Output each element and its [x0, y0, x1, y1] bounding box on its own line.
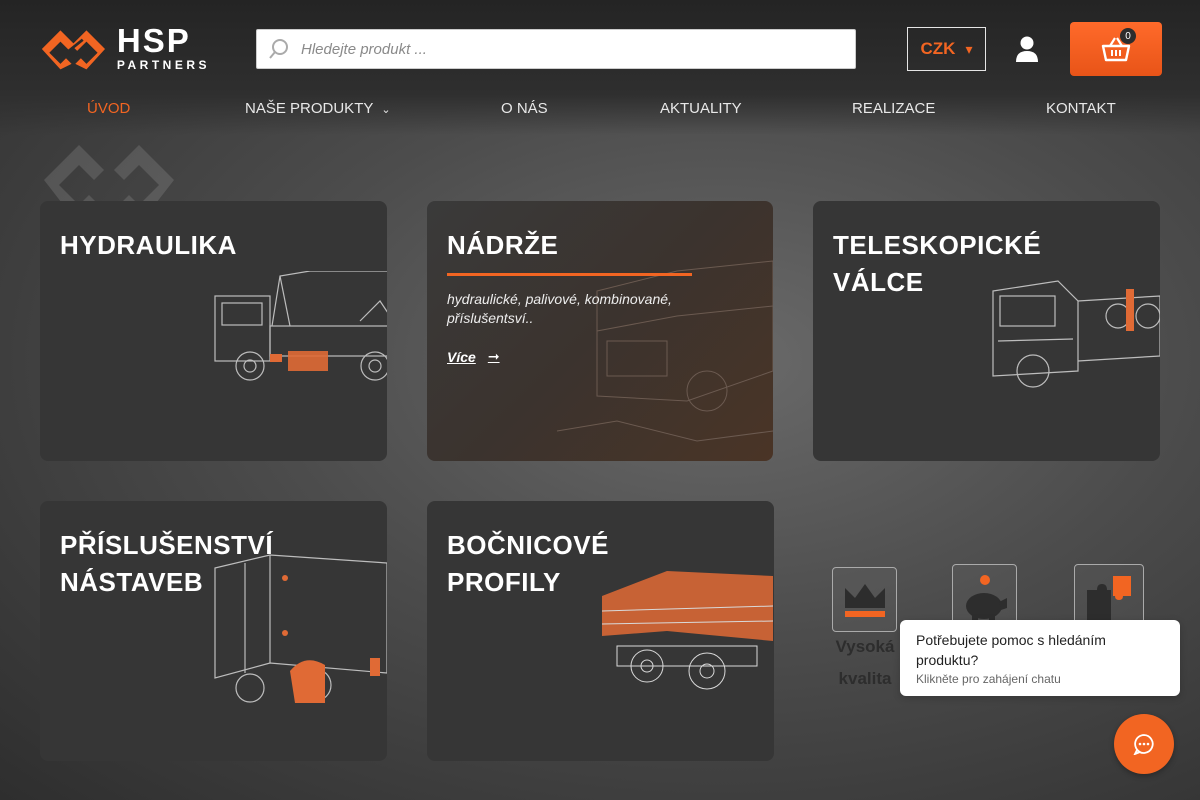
feature-quality-label: Vysoká kvalita — [835, 637, 895, 688]
nav-item-label: NAŠE PRODUKTY — [245, 100, 374, 117]
card-title: HYDRAULIKA — [60, 230, 237, 260]
nav-item-realizace[interactable]: REALIZACE — [852, 100, 935, 117]
truck-outline-illustration — [557, 260, 773, 442]
search-input[interactable] — [301, 31, 855, 67]
chat-icon — [1133, 734, 1154, 755]
category-card-nadrze[interactable]: NÁDRŽE hydraulické, palivové, kombinovan… — [427, 201, 773, 461]
logo-tagline: PARTNERS — [116, 58, 210, 72]
chat-hint: Klikněte pro zahájení chatu — [916, 672, 1061, 686]
category-card-hydraulika[interactable]: HYDRAULIKA — [40, 201, 387, 461]
arrow-right-icon: ➞ — [487, 348, 500, 364]
box-body-truck-illustration — [214, 554, 387, 703]
card-description: hydraulické, palivové, kombinované, přís… — [447, 291, 672, 326]
nav-item-o-nas[interactable]: O NÁS — [501, 100, 548, 117]
category-card-prislusenstvi-nastaveb[interactable]: PŘÍSLUŠENSTVÍ NÁSTAVEB — [40, 501, 387, 761]
caret-down-icon: ▾ — [965, 40, 973, 57]
flatbed-truck-illustration — [601, 571, 773, 690]
more-link-label: Více — [447, 348, 476, 365]
truck-cab-illustration — [992, 280, 1160, 388]
chat-prompt-bubble[interactable]: Potřebujete pomoc s hledáním produktu? K… — [900, 620, 1180, 696]
product-search[interactable] — [256, 29, 856, 69]
nav-item-aktuality[interactable]: AKTUALITY — [660, 100, 742, 117]
cart-count-badge: 0 — [1120, 28, 1136, 44]
logo-wordmark: HSP — [116, 22, 191, 59]
more-link[interactable]: Více ➞ — [447, 348, 500, 365]
main-navigation: ÚVOD NAŠE PRODUKTY ⌄ O NÁS AKTUALITY REAL… — [0, 96, 1200, 124]
cart-button[interactable]: 0 — [1070, 22, 1162, 76]
nav-item-uvod[interactable]: ÚVOD — [87, 100, 130, 117]
crown-icon — [844, 583, 885, 617]
category-card-bocnicove-profily[interactable]: BOČNICOVÉ PROFILY — [427, 501, 774, 761]
card-title: NÁDRŽE — [447, 230, 559, 260]
truck-crane-illustration — [214, 271, 387, 381]
puzzle-icon — [1087, 576, 1131, 620]
currency-label: CZK — [920, 39, 956, 58]
nav-item-nase-produkty[interactable]: NAŠE PRODUKTY ⌄ — [245, 100, 391, 117]
title-underline — [447, 273, 692, 276]
card-title: BOČNICOVÉ PROFILY — [447, 530, 609, 597]
nav-item-kontakt[interactable]: KONTAKT — [1046, 100, 1116, 117]
hsp-logo-icon — [41, 30, 106, 70]
currency-switcher[interactable]: CZK ▾ — [907, 27, 986, 71]
user-icon — [1016, 36, 1038, 62]
chevron-down-icon: ⌄ — [381, 104, 391, 116]
chat-question: Potřebujete pomoc s hledáním produktu? — [916, 632, 1106, 668]
account-button[interactable] — [1014, 35, 1040, 63]
category-card-teleskopicke-valce[interactable]: TELESKOPICKÉ VÁLCE — [813, 201, 1160, 461]
search-icon — [257, 29, 301, 69]
piggy-bank-icon — [965, 575, 1007, 623]
chat-open-button[interactable] — [1114, 714, 1174, 774]
feature-quality-box — [832, 567, 897, 632]
site-logo[interactable]: HSP PARTNERS — [40, 24, 210, 74]
